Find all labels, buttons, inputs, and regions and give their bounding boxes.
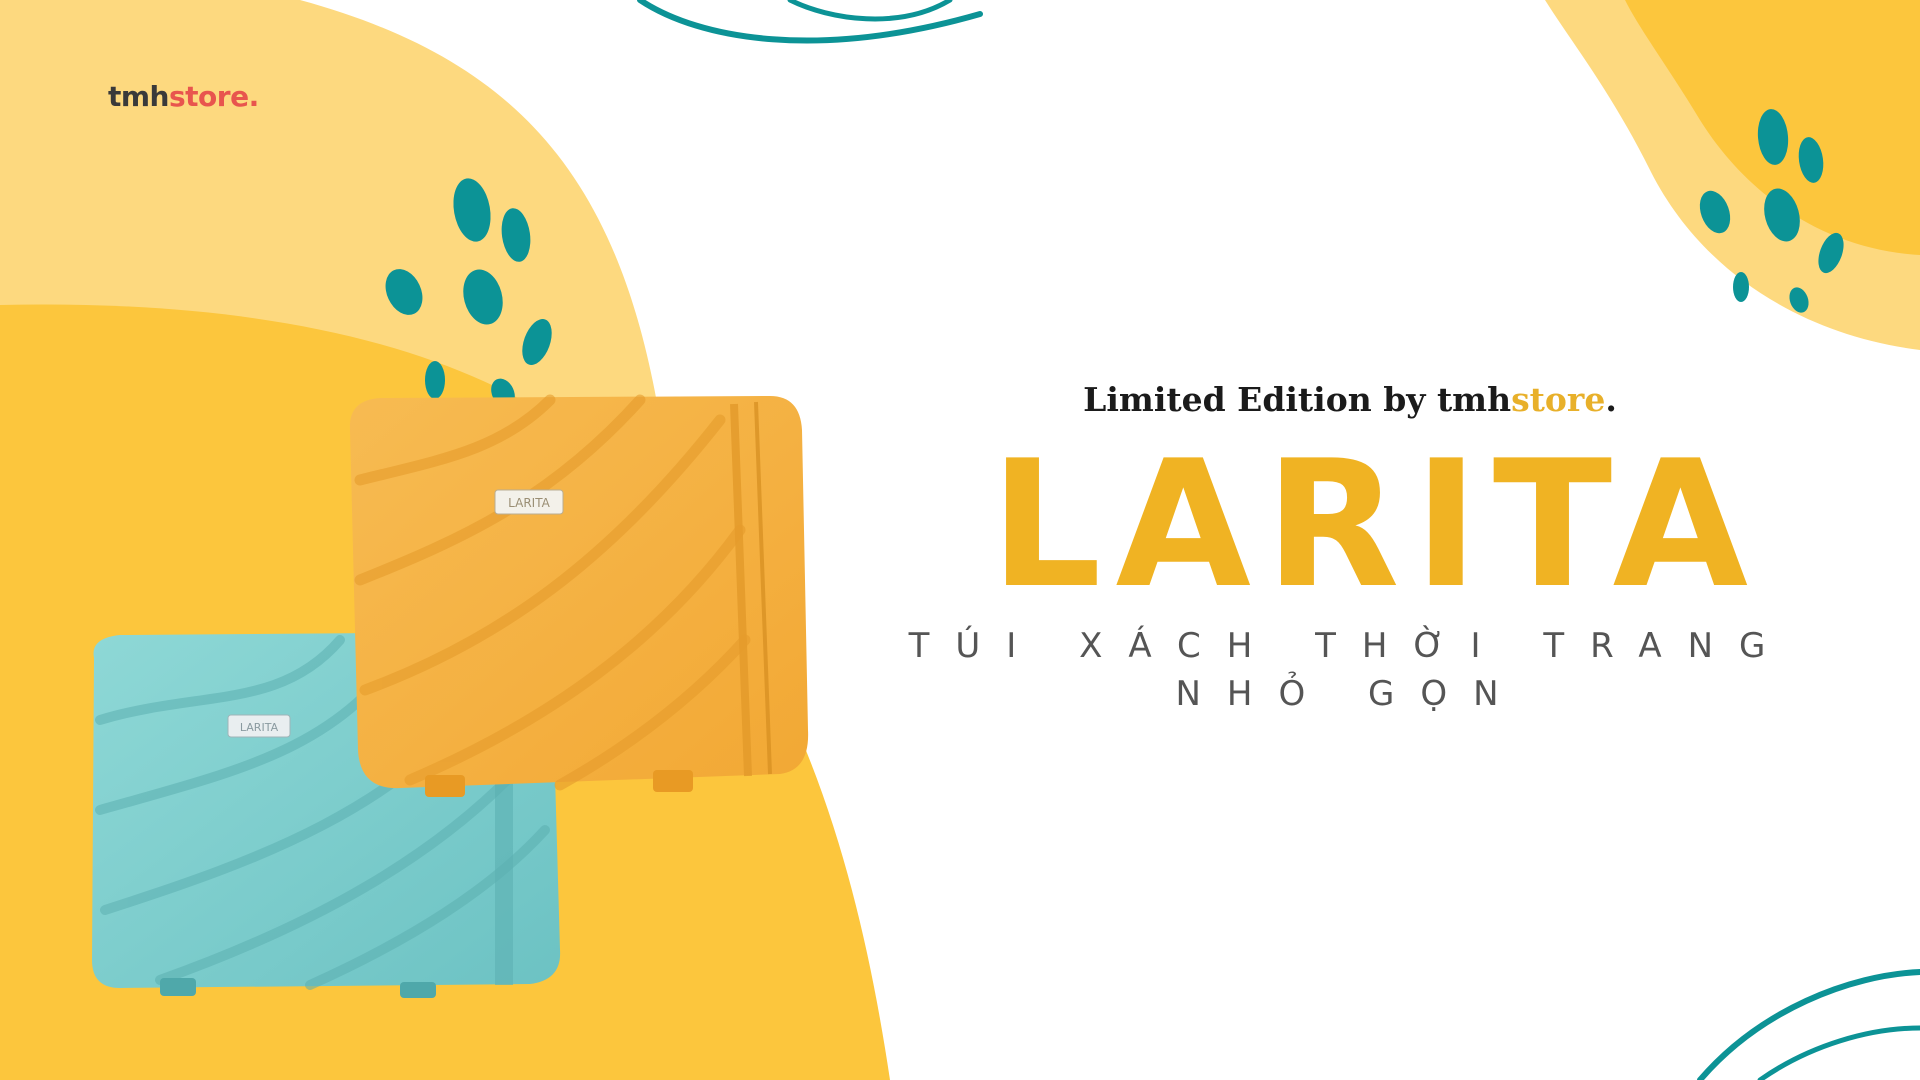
brand-title: LARITA	[990, 424, 1763, 627]
tagline-prefix: Limited Edition by tmh	[1083, 380, 1512, 419]
orange-case-badge: LARITA	[508, 496, 550, 510]
subtitle: TÚI XÁCH THỜI TRANG NHỎ GỌN	[900, 622, 1800, 718]
subtitle-line-2: NHỎ GỌN	[1175, 674, 1525, 714]
teal-case-badge: LARITA	[240, 721, 279, 734]
bottom-squiggle-line	[1697, 969, 1920, 1080]
banner: LARITA LARITA tmhstore. Limited Edition …	[0, 0, 1920, 1080]
tagline-suffix: .	[1605, 380, 1617, 419]
top-squiggle-line-2	[787, 0, 953, 22]
orange-case: LARITA	[349, 394, 809, 797]
logo-text-dark: tmh	[108, 80, 170, 113]
subtitle-line-1: TÚI XÁCH THỜI TRANG	[908, 626, 1792, 666]
tagline: Limited Edition by tmhstore.	[1000, 380, 1700, 419]
tagline-highlight: store	[1511, 380, 1606, 419]
product-image: LARITA LARITA	[92, 394, 809, 998]
store-logo[interactable]: tmhstore.	[108, 80, 259, 113]
bottom-squiggle-line-2	[1757, 1025, 1920, 1080]
logo-text-accent: store.	[169, 80, 259, 113]
